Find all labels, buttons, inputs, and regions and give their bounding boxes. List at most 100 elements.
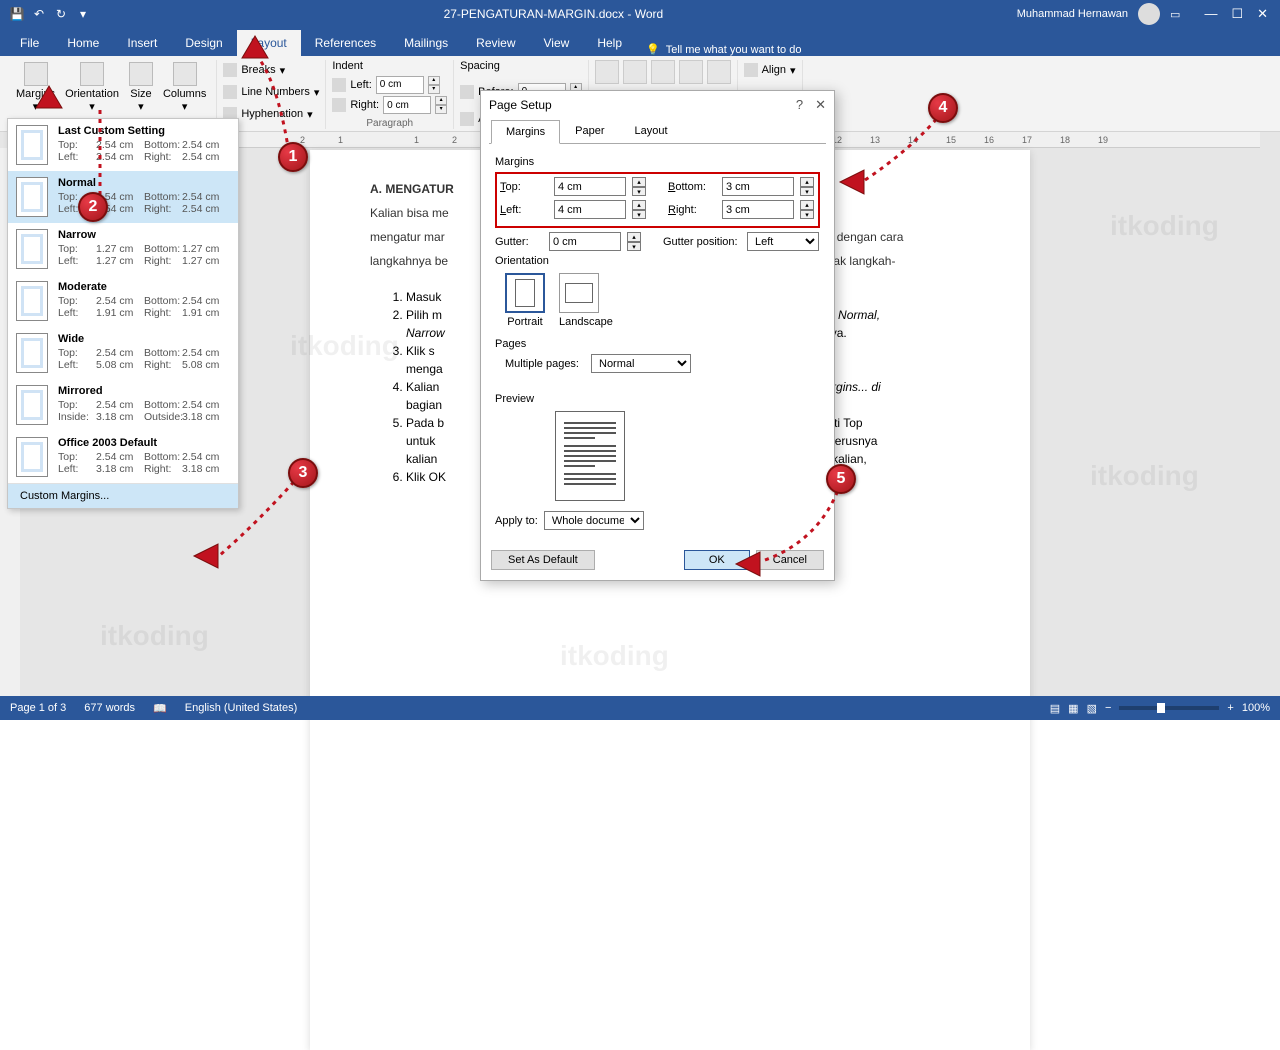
page-number[interactable]: Page 1 of 3 bbox=[10, 702, 66, 714]
custom-margins-item[interactable]: Custom Margins... bbox=[8, 483, 238, 508]
zoom-in-icon[interactable]: + bbox=[1227, 702, 1233, 714]
minimize-icon[interactable]: — bbox=[1204, 6, 1217, 22]
spacing-before-icon bbox=[460, 85, 474, 99]
tab-file[interactable]: File bbox=[6, 30, 53, 56]
save-icon[interactable]: 💾 bbox=[10, 7, 24, 21]
zoom-out-icon[interactable]: − bbox=[1105, 702, 1111, 714]
paragraph-group-label: Paragraph bbox=[332, 116, 447, 129]
gutter-input[interactable] bbox=[549, 232, 621, 251]
web-layout-icon[interactable]: ▧ bbox=[1087, 702, 1097, 715]
close-icon[interactable]: ✕ bbox=[1257, 6, 1268, 22]
tab-mailings[interactable]: Mailings bbox=[390, 30, 462, 56]
margin-preset-narrow[interactable]: Narrow Top:1.27 cmBottom:1.27 cm Left:1.… bbox=[8, 223, 238, 275]
margin-fields-highlight: Top: ▴▾ Bottom: ▴▾ Left: ▴▾ Right: ▴▾ bbox=[495, 172, 820, 228]
tab-home[interactable]: Home bbox=[53, 30, 113, 56]
user-avatar[interactable] bbox=[1138, 3, 1160, 25]
tab-help[interactable]: Help bbox=[583, 30, 636, 56]
indent-label: Indent bbox=[332, 60, 447, 72]
tab-view[interactable]: View bbox=[530, 30, 584, 56]
indent-left-input[interactable] bbox=[376, 76, 424, 94]
tab-insert[interactable]: Insert bbox=[113, 30, 171, 56]
margin-left-input[interactable] bbox=[554, 200, 626, 219]
read-mode-icon[interactable]: ▤ bbox=[1050, 702, 1060, 715]
gutter-position-select[interactable]: Left bbox=[747, 232, 819, 251]
preview-label: Preview bbox=[495, 393, 820, 405]
dialog-tab-layout[interactable]: Layout bbox=[619, 119, 682, 143]
dialog-tab-paper[interactable]: Paper bbox=[560, 119, 619, 143]
status-bar: Page 1 of 3 677 words 📖 English (United … bbox=[0, 696, 1280, 720]
redo-icon[interactable]: ↻ bbox=[54, 7, 68, 21]
maximize-icon[interactable]: ☐ bbox=[1231, 6, 1243, 22]
multiple-pages-select[interactable]: Normal bbox=[591, 354, 691, 373]
arrow-pointer-3 bbox=[192, 542, 222, 570]
pages-label: Pages bbox=[495, 338, 820, 350]
dialog-help-icon[interactable]: ? bbox=[796, 97, 803, 113]
indent-right-icon bbox=[332, 98, 346, 112]
callout-2: 2 bbox=[78, 192, 108, 222]
arrow-pointer-4 bbox=[838, 168, 868, 196]
lightbulb-icon: 💡 bbox=[646, 43, 660, 56]
spell-check-icon[interactable]: 📖 bbox=[153, 702, 167, 715]
tab-review[interactable]: Review bbox=[462, 30, 529, 56]
language-status[interactable]: English (United States) bbox=[185, 702, 298, 714]
arrow-pointer-5 bbox=[734, 550, 764, 578]
qat-customize-icon[interactable]: ▾ bbox=[76, 7, 90, 21]
zoom-level[interactable]: 100% bbox=[1242, 702, 1270, 714]
indent-left-icon bbox=[332, 78, 346, 92]
margin-bottom-input[interactable] bbox=[722, 177, 794, 196]
margin-top-input[interactable] bbox=[554, 177, 626, 196]
undo-icon[interactable]: ↶ bbox=[32, 7, 46, 21]
line-numbers-button[interactable]: Line Numbers ▾ bbox=[223, 82, 319, 102]
indent-left-spinner[interactable]: ▴▾ bbox=[428, 76, 440, 94]
margin-preset-moderate[interactable]: Moderate Top:2.54 cmBottom:2.54 cm Left:… bbox=[8, 275, 238, 327]
arrow-pointer-1 bbox=[240, 34, 270, 62]
titlebar: 💾 ↶ ↻ ▾ 27-PENGATURAN-MARGIN.docx - Word… bbox=[0, 0, 1280, 28]
callout-4: 4 bbox=[928, 93, 958, 123]
dialog-close-icon[interactable]: ✕ bbox=[815, 97, 826, 113]
margin-preset-office-2003-default[interactable]: Office 2003 Default Top:2.54 cmBottom:2.… bbox=[8, 431, 238, 483]
indent-right-input[interactable] bbox=[383, 96, 431, 114]
breaks-button[interactable]: Breaks ▾ bbox=[223, 60, 319, 80]
set-default-button[interactable]: Set As Default bbox=[491, 550, 595, 570]
portrait-option[interactable]: Portrait bbox=[505, 273, 545, 328]
page-setup-dialog: Page Setup ? ✕ Margins Paper Layout Margi… bbox=[480, 90, 835, 581]
zoom-slider[interactable] bbox=[1119, 706, 1219, 710]
preview-thumbnail bbox=[555, 411, 625, 501]
margin-preset-wide[interactable]: Wide Top:2.54 cmBottom:2.54 cm Left:5.08… bbox=[8, 327, 238, 379]
selection-pane-icon[interactable] bbox=[707, 60, 731, 84]
ribbon-display-icon[interactable]: ▭ bbox=[1170, 8, 1180, 21]
size-button[interactable]: Size▾ bbox=[125, 60, 157, 115]
margin-preset-last-custom-setting[interactable]: Last Custom Setting Top:2.54 cmBottom:2.… bbox=[8, 119, 238, 171]
indent-right-spinner[interactable]: ▴▾ bbox=[435, 96, 447, 114]
bring-forward-icon[interactable] bbox=[651, 60, 675, 84]
cancel-button[interactable]: Cancel bbox=[756, 550, 824, 570]
spacing-label: Spacing bbox=[460, 60, 581, 72]
tell-me-search[interactable]: 💡 Tell me what you want to do bbox=[646, 43, 801, 56]
document-title: 27-PENGATURAN-MARGIN.docx - Word bbox=[90, 7, 1017, 21]
columns-button[interactable]: Columns▾ bbox=[159, 60, 210, 115]
tab-references[interactable]: References bbox=[301, 30, 390, 56]
print-layout-icon[interactable]: ▦ bbox=[1068, 702, 1078, 715]
margins-dropdown: Last Custom Setting Top:2.54 cmBottom:2.… bbox=[7, 118, 239, 509]
word-count[interactable]: 677 words bbox=[84, 702, 135, 714]
margins-section-label: Margins bbox=[495, 156, 820, 168]
ribbon-tabs: File Home Insert Design Layout Reference… bbox=[0, 28, 1280, 56]
margin-right-input[interactable] bbox=[722, 200, 794, 219]
landscape-option[interactable]: Landscape bbox=[559, 273, 613, 328]
dialog-tab-margins[interactable]: Margins bbox=[491, 120, 560, 144]
align-button[interactable]: Align ▾ bbox=[744, 60, 796, 80]
margin-preset-mirrored[interactable]: Mirrored Top:2.54 cmBottom:2.54 cm Insid… bbox=[8, 379, 238, 431]
wrap-text-icon[interactable] bbox=[623, 60, 647, 84]
callout-1: 1 bbox=[278, 142, 308, 172]
margin-preset-normal[interactable]: Normal Top:2.54 cmBottom:2.54 cm Left:2.… bbox=[8, 171, 238, 223]
callout-5: 5 bbox=[826, 464, 856, 494]
apply-to-select[interactable]: Whole document bbox=[544, 511, 644, 530]
orientation-label: Orientation bbox=[495, 255, 820, 267]
orientation-button[interactable]: Orientation▾ bbox=[61, 60, 123, 115]
arrow-pointer-margins bbox=[34, 84, 64, 112]
send-backward-icon[interactable] bbox=[679, 60, 703, 84]
dialog-title: Page Setup bbox=[489, 98, 552, 112]
callout-3: 3 bbox=[288, 458, 318, 488]
position-icon[interactable] bbox=[595, 60, 619, 84]
tab-design[interactable]: Design bbox=[171, 30, 236, 56]
